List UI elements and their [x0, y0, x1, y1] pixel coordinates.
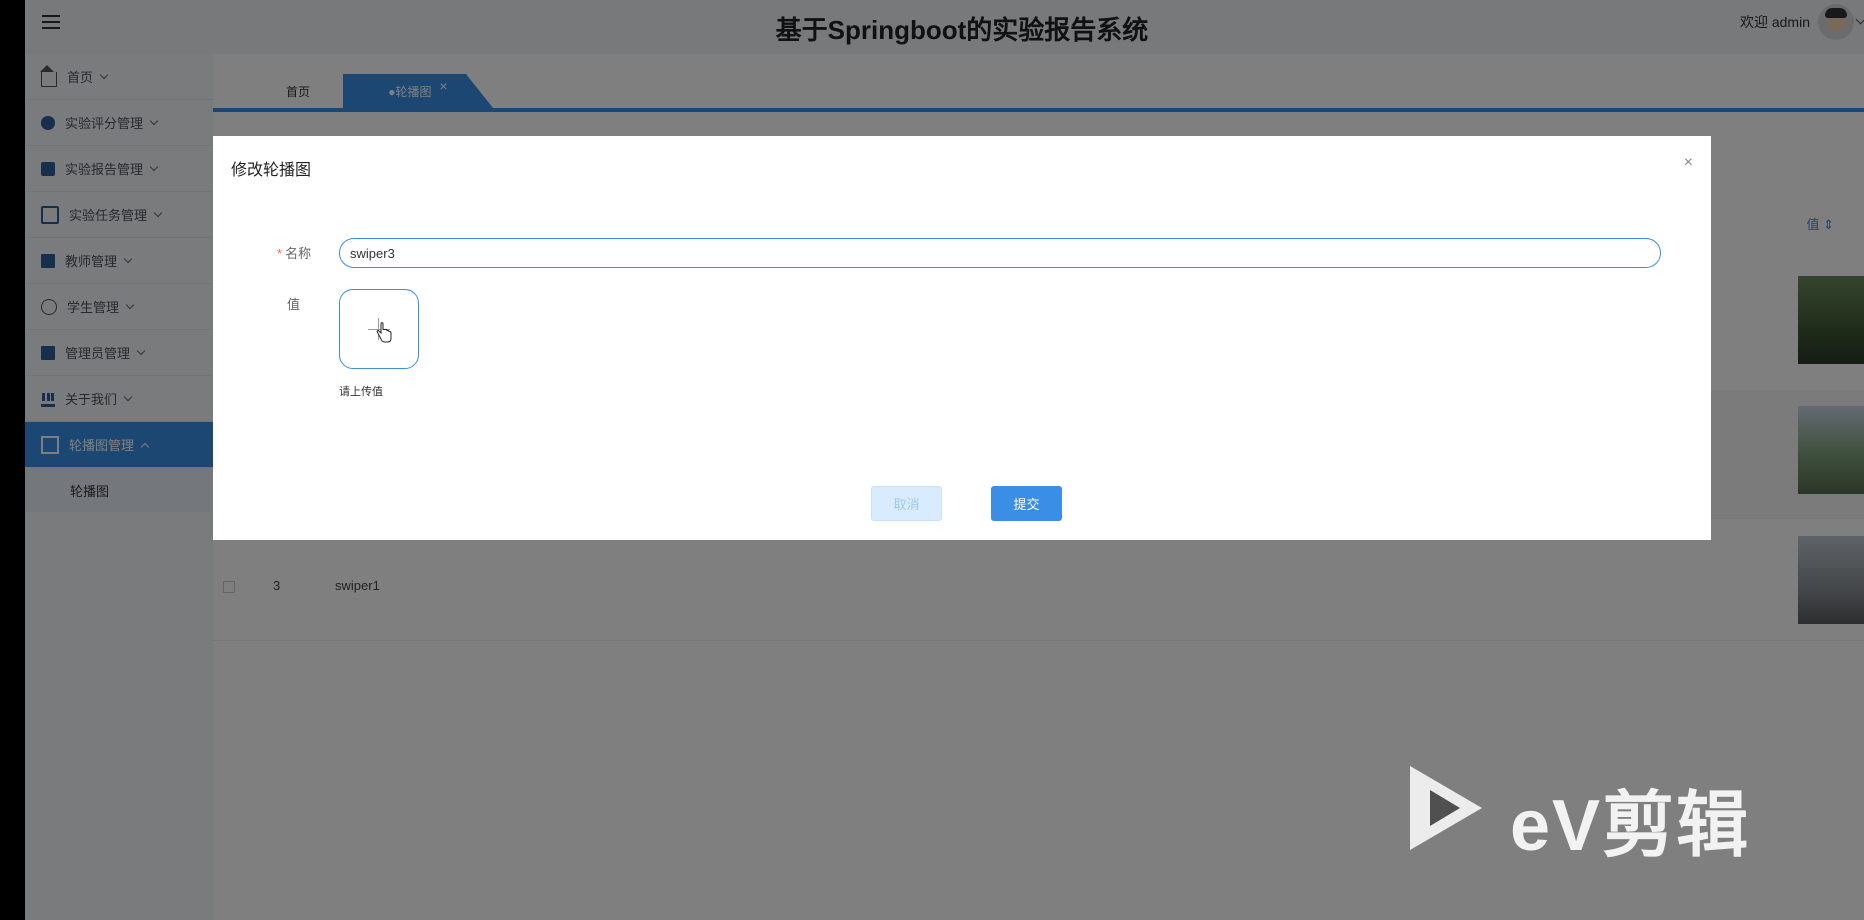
- edit-carousel-dialog: 修改轮播图 × *名称 值 请上传值 取消 提交: [213, 136, 1711, 540]
- image-upload-box[interactable]: [339, 289, 419, 369]
- hand-cursor-icon: [376, 322, 392, 343]
- play-icon-inner: [1430, 790, 1460, 826]
- cancel-button[interactable]: 取消: [871, 486, 942, 521]
- close-icon[interactable]: ×: [1684, 154, 1693, 172]
- dialog-title: 修改轮播图: [231, 162, 312, 179]
- upload-tip: 请上传值: [339, 386, 383, 398]
- submit-button[interactable]: 提交: [991, 486, 1062, 521]
- value-label: 值: [287, 297, 301, 312]
- watermark-text: eV剪辑: [1510, 786, 1751, 866]
- required-mark: *: [277, 246, 283, 261]
- ev-watermark-logo: eV剪辑: [1410, 760, 1790, 866]
- name-input[interactable]: [339, 238, 1661, 268]
- app-window: 基于Springboot的实验报告系统 欢迎 admin 首页 实验评分管理 实…: [25, 0, 1864, 920]
- name-label: * 名称: [277, 243, 311, 262]
- name-label-text: 名称: [285, 246, 312, 261]
